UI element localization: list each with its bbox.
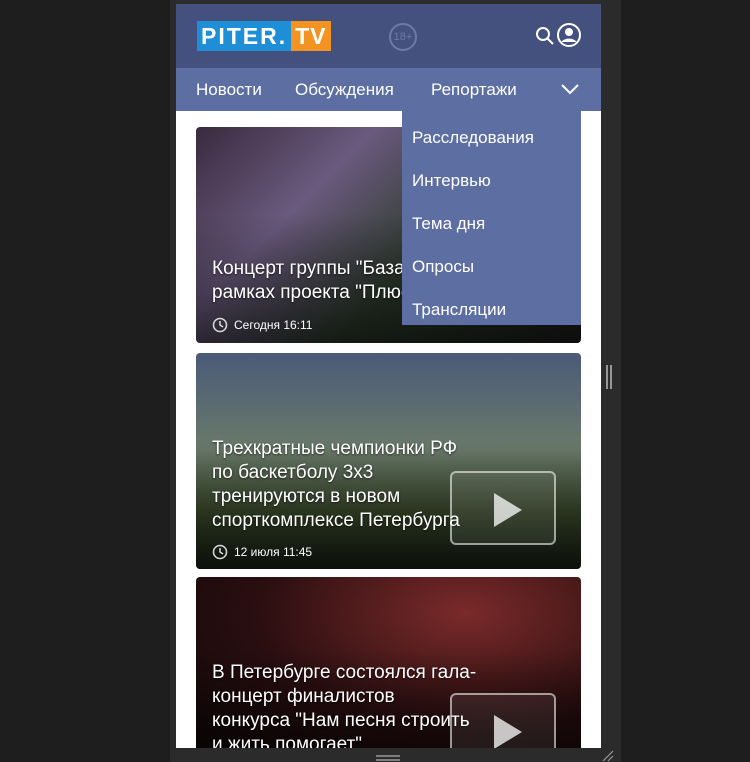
- card-title[interactable]: Концерт группы "Базар рамках проекта "Пл…: [212, 257, 415, 305]
- site-logo[interactable]: PITER. TV: [197, 21, 331, 51]
- dropdown-item-topic-of-day[interactable]: Тема дня: [412, 214, 485, 234]
- video-play-button[interactable]: [450, 693, 556, 748]
- logo-piter: PITER.: [197, 21, 292, 51]
- card-title-line: тренируются в новом: [212, 486, 401, 507]
- card-title[interactable]: Трехкратные чемпионки РФ по баскетболу 3…: [212, 437, 460, 533]
- card-title-line: конкурса "Нам песня строить: [212, 710, 470, 731]
- chevron-down-icon[interactable]: [561, 82, 579, 96]
- clock-icon: [212, 544, 228, 560]
- card-time-text: Сегодня 16:11: [234, 318, 313, 332]
- corner-resize-grip[interactable]: [600, 748, 614, 762]
- mobile-viewport: PITER. TV 18+ Новости Обсуждения Репорта…: [176, 4, 601, 748]
- news-card[interactable]: В Петербурге состоялся гала- концерт фин…: [196, 577, 581, 748]
- search-icon[interactable]: [535, 26, 555, 46]
- nav-dropdown-menu: Расследования Интервью Тема дня Опросы Т…: [402, 111, 581, 325]
- card-title-line: Трехкратные чемпионки РФ: [212, 438, 458, 459]
- clock-icon: [212, 317, 228, 333]
- card-title-line: спорткомплексе Петербурга: [212, 510, 460, 531]
- age-rating-badge: 18+: [389, 23, 417, 51]
- main-nav: Новости Обсуждения Репортажи: [176, 68, 601, 111]
- dropdown-item-interview[interactable]: Интервью: [412, 171, 491, 191]
- nav-item-news[interactable]: Новости: [196, 68, 262, 111]
- card-title-line: и жить помогает": [212, 734, 363, 748]
- logo-tv: TV: [291, 21, 331, 51]
- video-play-button[interactable]: [450, 471, 556, 545]
- dropdown-item-broadcasts[interactable]: Трансляции: [412, 300, 506, 320]
- card-timestamp: Сегодня 16:11: [212, 317, 312, 333]
- card-title-line: В Петербурге состоялся гала-: [212, 662, 477, 683]
- card-title-line: концерт финалистов: [212, 686, 395, 707]
- play-icon: [494, 493, 522, 527]
- resize-handle[interactable]: [605, 363, 613, 391]
- user-icon[interactable]: [557, 23, 581, 47]
- card-title-line: по баскетболу 3х3: [212, 462, 374, 483]
- card-time-text: 12 июля 11:45: [234, 545, 313, 559]
- dropdown-item-polls[interactable]: Опросы: [412, 257, 474, 277]
- nav-item-reports[interactable]: Репортажи: [431, 68, 517, 111]
- play-icon: [494, 715, 522, 748]
- card-title-line: Концерт группы "Базар: [212, 258, 416, 279]
- dropdown-item-investigations[interactable]: Расследования: [412, 128, 534, 148]
- news-card[interactable]: Трехкратные чемпионки РФ по баскетболу 3…: [196, 353, 581, 569]
- site-header: PITER. TV 18+: [176, 4, 601, 68]
- bottom-drag-handle[interactable]: [374, 754, 402, 762]
- card-title-line: рамках проекта "Плюс: [212, 282, 411, 303]
- nav-item-discussions[interactable]: Обсуждения: [295, 68, 394, 111]
- card-title[interactable]: В Петербурге состоялся гала- концерт фин…: [212, 661, 476, 748]
- card-timestamp: 12 июля 11:45: [212, 544, 312, 560]
